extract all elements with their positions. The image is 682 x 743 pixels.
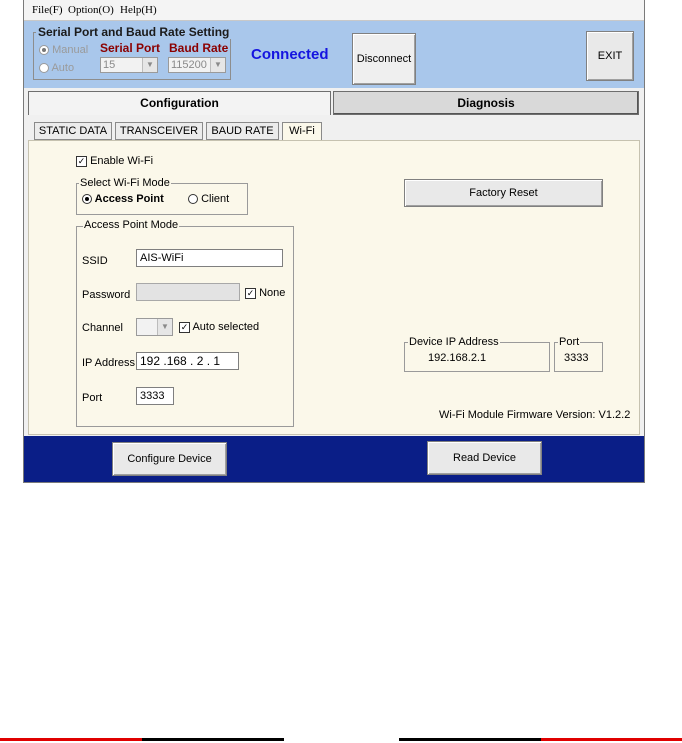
check-icon: ✓ [76,155,87,167]
footer-rule-black-right [399,738,541,741]
access-point-radio-dot [82,194,92,205]
configure-device-button[interactable]: Configure Device [112,442,227,476]
firmware-version: Wi-Fi Module Firmware Version: V1.2.2 [439,409,631,421]
auto-selected-checkbox[interactable]: ✓ Auto selected [179,321,259,333]
ssid-label: SSID [82,255,108,267]
action-bar: Configure Device Read Device [24,436,644,482]
access-point-group-title: Access Point Mode [83,219,180,231]
password-label: Password [82,289,131,301]
footer-rule-black-left [142,738,284,741]
configure-device-label: Configure Device [127,453,212,465]
wifi-panel: ✓ Enable Wi-Fi Select Wi-Fi Mode Access … [28,140,640,435]
chevron-down-icon: ▼ [142,58,157,72]
connection-status: Connected [251,46,329,63]
exit-label: EXIT [597,50,623,62]
footer-rule-red-left [0,738,142,741]
auto-label: Auto [51,62,75,74]
manual-label: Manual [52,44,89,56]
device-port-title: Port [558,336,581,348]
password-none-checkbox[interactable]: ✓ None [245,287,285,299]
connection-toolbar: Serial Port and Baud Rate Setting Manual… [24,21,644,88]
wifi-mode-title: Select Wi-Fi Mode [79,177,171,189]
tab-diagnosis[interactable]: Diagnosis [333,91,639,115]
factory-reset-button[interactable]: Factory Reset [404,179,603,207]
none-label: None [259,287,286,299]
check-icon: ✓ [179,321,190,333]
tab-wifi[interactable]: Wi-Fi [282,122,322,141]
app-window: File(F) Option(O) Help(H) Serial Port an… [23,0,645,483]
channel-select[interactable]: ▼ [136,318,173,336]
disconnect-button[interactable]: Disconnect [352,33,416,85]
chevron-down-icon: ▼ [210,58,225,72]
ip-address-input[interactable]: 192 .168 . 2 . 1 [136,352,239,370]
channel-label: Channel [82,322,123,334]
tab-baud-rate[interactable]: BAUD RATE [206,122,279,140]
menu-file[interactable]: File(F) [32,4,63,16]
access-point-label: Access Point [94,193,164,205]
manual-radio[interactable]: Manual [39,44,88,56]
read-device-button[interactable]: Read Device [427,441,542,475]
read-device-label: Read Device [453,452,516,464]
tab-static-data[interactable]: STATIC DATA [34,122,112,140]
device-ip-title: Device IP Address [408,336,500,348]
tab-configuration[interactable]: Configuration [28,91,331,115]
main-tabs: Configuration Diagnosis [28,91,640,115]
disconnect-label: Disconnect [356,53,412,65]
menu-bar: File(F) Option(O) Help(H) [24,0,644,21]
ip-address-label: IP Address [82,357,135,369]
exit-button[interactable]: EXIT [586,31,634,81]
menu-help[interactable]: Help(H) [120,4,157,16]
serial-group-title: Serial Port and Baud Rate Setting [36,25,232,39]
factory-reset-label: Factory Reset [469,187,538,199]
auto-selected-label: Auto selected [192,321,260,333]
serial-port-value: 15 [103,59,116,71]
client-radio[interactable]: Client [188,193,229,205]
client-radio-dot [188,194,198,205]
baud-rate-value: 115200 [171,59,207,71]
enable-wifi-label: Enable Wi-Fi [90,155,154,167]
manual-radio-dot [39,45,49,56]
device-port-value: 3333 [564,352,589,364]
access-point-radio[interactable]: Access Point [82,193,164,205]
menu-option[interactable]: Option(O) [68,4,114,16]
baud-rate-select[interactable]: 115200 ▼ [168,57,226,73]
baud-rate-label: Baud Rate [169,41,229,55]
footer-rule-red-right [541,738,682,741]
port-input[interactable]: 3333 [136,387,174,405]
ssid-input[interactable]: AIS-WiFi [136,249,283,267]
chevron-down-icon: ▼ [157,319,172,335]
port-label: Port [82,392,103,404]
tab-transceiver[interactable]: TRANSCEIVER [115,122,203,140]
enable-wifi-checkbox[interactable]: ✓ Enable Wi-Fi [76,155,153,167]
password-input[interactable] [136,283,240,301]
auto-radio[interactable]: Auto [39,62,74,74]
serial-port-select[interactable]: 15 ▼ [100,57,158,73]
serial-port-label: Serial Port [100,41,161,55]
device-ip-value: 192.168.2.1 [428,352,487,364]
client-label: Client [201,193,230,205]
check-icon: ✓ [245,287,256,299]
auto-radio-dot [39,63,49,74]
